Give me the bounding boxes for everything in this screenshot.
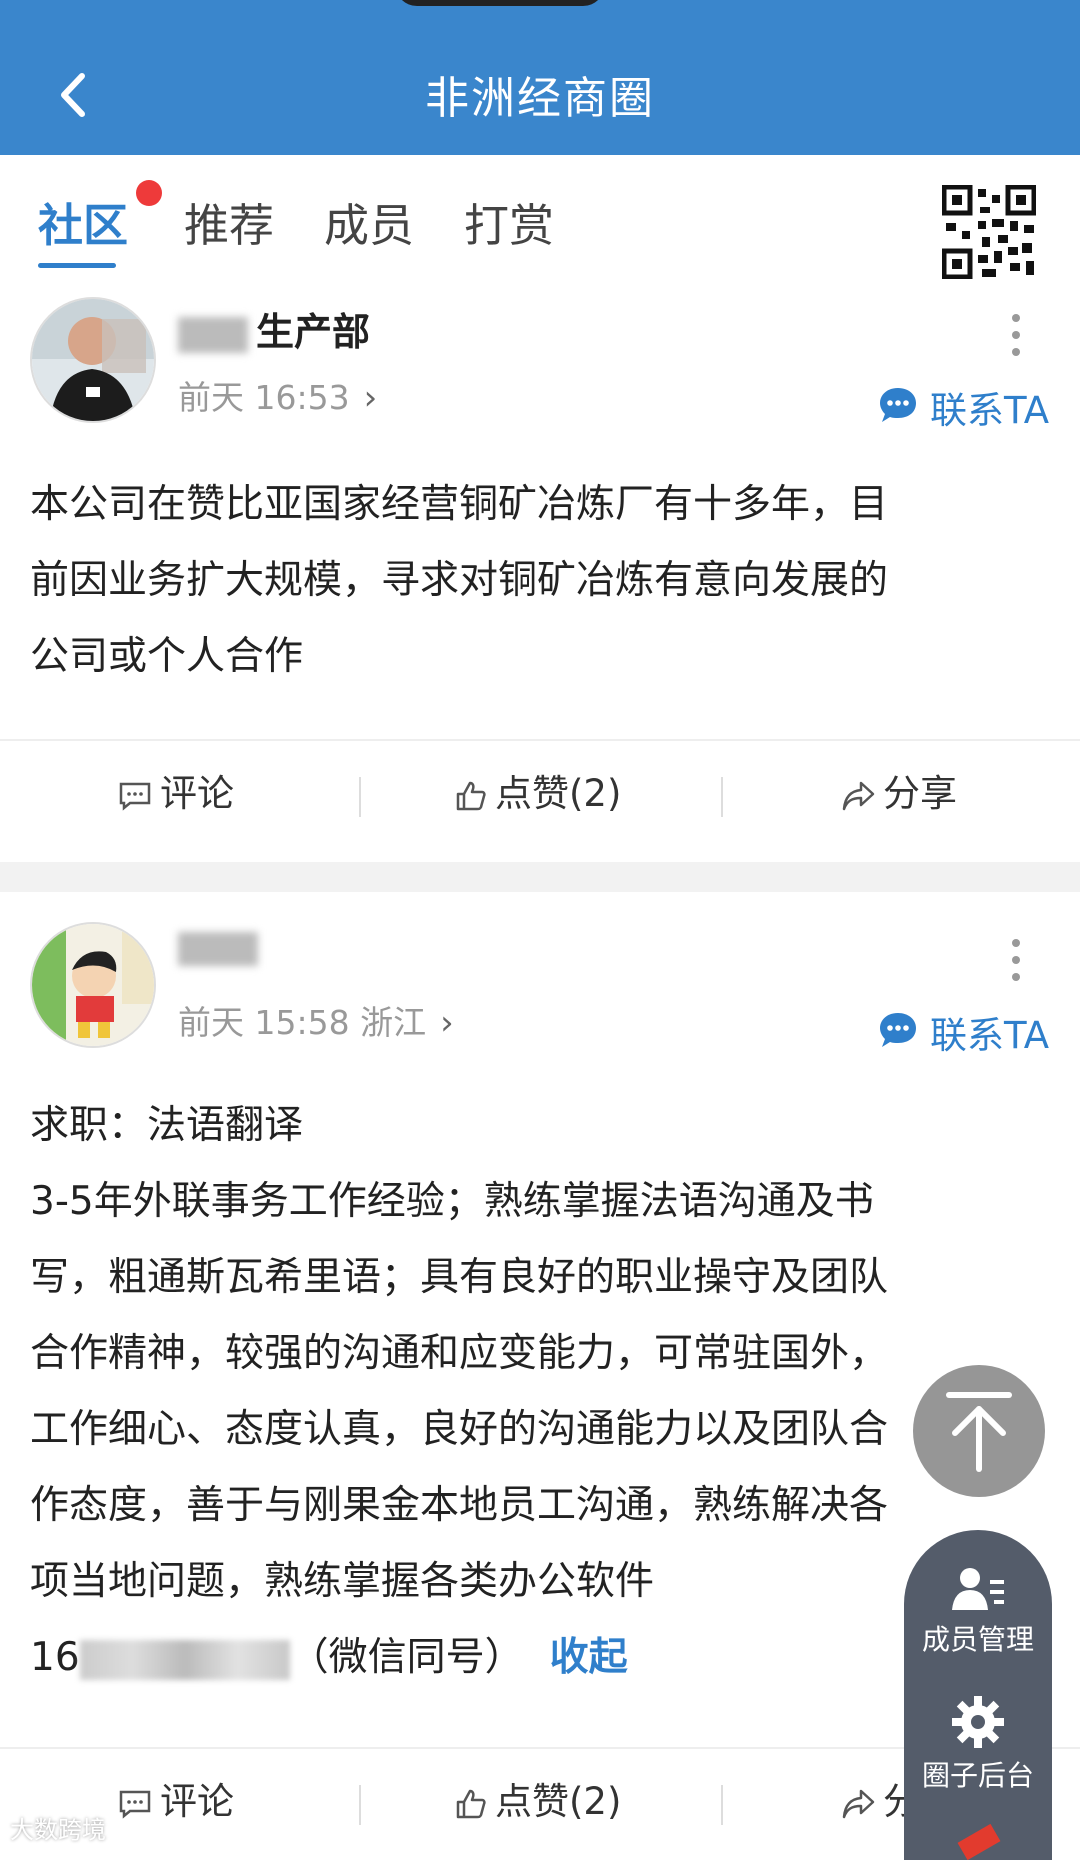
admin-side-panel: 成员管理 圈子后台: [904, 1530, 1052, 1860]
post-content: 求职：法语翻译 3-5年外联事务工作经验；熟练掌握法语沟通及书 写，粗通斯瓦希里…: [30, 1088, 1050, 1696]
share-icon: [842, 1789, 875, 1818]
active-tab-indicator: [38, 263, 116, 268]
arrow-up-icon: [946, 1392, 1012, 1472]
action-separator: [721, 1785, 723, 1825]
comment-icon: [119, 1790, 151, 1819]
tab-community[interactable]: 社区: [38, 189, 128, 254]
author-name[interactable]: [178, 924, 266, 968]
comment-icon: [119, 782, 151, 811]
tab-reward[interactable]: 打赏: [464, 189, 554, 254]
comment-button[interactable]: 评论: [118, 1771, 234, 1825]
gear-icon: [952, 1696, 1004, 1748]
post-time[interactable]: 前天 16:53 ›: [178, 371, 377, 419]
redacted-phone: [79, 1639, 290, 1680]
action-separator: [359, 777, 361, 817]
vertical-dots-icon[interactable]: [1006, 312, 1026, 358]
share-icon: [842, 781, 875, 810]
watermark: 大数跨境: [10, 1816, 106, 1844]
back-to-top-button[interactable]: [913, 1365, 1045, 1497]
redacted-name: [178, 931, 258, 966]
tab-members[interactable]: 成员: [324, 189, 414, 254]
thumbs-up-icon: [456, 781, 486, 810]
qr-code-icon[interactable]: [942, 185, 1036, 279]
user-list-icon: [952, 1568, 1004, 1610]
author-name[interactable]: 生产部: [178, 301, 370, 356]
post-separator: [0, 862, 1080, 892]
chevron-right-icon: ›: [363, 378, 378, 418]
chat-bubble-icon: [880, 388, 916, 422]
app-header: 非洲经商圈: [0, 0, 1080, 155]
notification-dot: [136, 180, 162, 206]
page-title: 非洲经商圈: [425, 73, 655, 124]
redacted-name: [178, 316, 248, 353]
collapse-link[interactable]: 收起: [550, 1635, 628, 1680]
thumbs-up-icon: [456, 1789, 486, 1818]
post-actions: 评论 点赞(2) 分享: [0, 741, 1080, 841]
comment-button[interactable]: 评论: [118, 763, 234, 817]
tab-recommend[interactable]: 推荐: [184, 189, 274, 254]
phone-line: 16 （微信同号） 收起: [30, 1635, 628, 1680]
tab-bar: 社区 推荐 成员 打赏: [0, 155, 1080, 279]
avatar[interactable]: [30, 922, 156, 1048]
chat-bubble-icon: [880, 1013, 916, 1047]
post-content: 本公司在赞比亚国家经营铜矿冶炼厂有十多年，目 前因业务扩大规模，寻求对铜矿冶炼有…: [30, 482, 889, 679]
like-button[interactable]: 点赞(2): [455, 763, 621, 817]
action-separator: [359, 1785, 361, 1825]
action-separator: [721, 777, 723, 817]
circle-backend-button[interactable]: 圈子后台: [904, 1696, 1052, 1794]
avatar[interactable]: [30, 297, 156, 423]
like-button[interactable]: 点赞(2): [455, 1771, 621, 1825]
vertical-dots-icon[interactable]: [1006, 937, 1026, 983]
share-button[interactable]: 分享: [841, 763, 957, 817]
post-time[interactable]: 前天 15:58 浙江 ›: [178, 996, 454, 1044]
status-notch: [395, 0, 605, 6]
chevron-right-icon: ›: [440, 1003, 454, 1043]
member-management-button[interactable]: 成员管理: [904, 1566, 1052, 1658]
